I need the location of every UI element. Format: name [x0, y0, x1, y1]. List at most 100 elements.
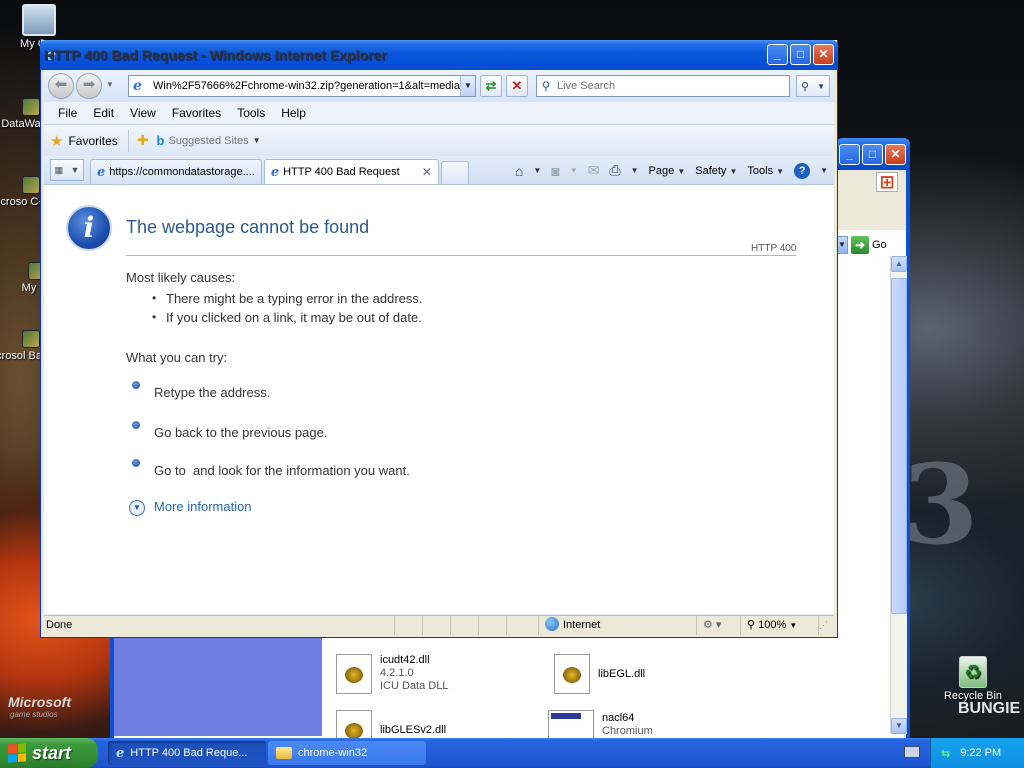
- back-button[interactable]: ⬅: [48, 73, 74, 99]
- tab-http-400[interactable]: e HTTP 400 Bad Request ✕: [263, 159, 439, 184]
- scroll-up-button[interactable]: ▲: [891, 256, 907, 272]
- wallpaper-microsoft-logo: Microsoft: [8, 694, 71, 710]
- recycle-bin-icon: ♻: [959, 656, 987, 688]
- add-favorite-icon[interactable]: ✚: [137, 132, 149, 149]
- page-menu[interactable]: Page ▼: [649, 165, 686, 177]
- resize-grip-icon[interactable]: ⋰: [818, 616, 834, 635]
- folder-icon: [276, 747, 292, 759]
- security-zone[interactable]: Internet: [538, 616, 690, 635]
- favorites-label: Favorites: [68, 133, 118, 148]
- feeds-icon[interactable]: ◙: [551, 163, 559, 179]
- status-divider: [450, 616, 478, 635]
- file-item[interactable]: libEGL.dll: [554, 654, 645, 694]
- suggested-sites-button[interactable]: b Suggested Sites ▼: [157, 133, 261, 148]
- window-title: HTTP 400 Bad Request - Windows Internet …: [44, 47, 387, 63]
- clock[interactable]: 9:22 PM: [960, 747, 1001, 759]
- magnifier-icon: ⚲: [801, 80, 810, 93]
- taskbar: start e HTTP 400 Bad Reque... chrome-win…: [0, 738, 1024, 768]
- scroll-down-button[interactable]: ▼: [891, 718, 907, 734]
- tab-label: https://commondatastorage....: [109, 166, 255, 178]
- home-icon[interactable]: ⌂: [515, 163, 523, 179]
- blue-bullet-icon: [132, 421, 140, 429]
- favorites-button[interactable]: ★ Favorites: [50, 129, 129, 152]
- chevron-down-icon[interactable]: ▼: [820, 166, 828, 175]
- menu-file[interactable]: File: [50, 106, 85, 120]
- explorer-titlebar[interactable]: _ □ ✕: [836, 138, 910, 170]
- file-description: ICU Data DLL: [380, 680, 449, 692]
- explorer-close-button[interactable]: ✕: [885, 144, 906, 165]
- close-button[interactable]: ✕: [813, 44, 834, 65]
- menu-favorites[interactable]: Favorites: [164, 106, 229, 120]
- status-divider: [506, 616, 536, 635]
- keyboard-layout-icon[interactable]: [904, 746, 920, 758]
- address-dropdown-icon[interactable]: ▼: [460, 76, 475, 96]
- dll-file-icon: [554, 654, 590, 694]
- forward-button[interactable]: ➡: [76, 73, 102, 99]
- chevron-down-icon: ▼: [817, 81, 825, 91]
- stop-button[interactable]: ✕: [506, 75, 528, 97]
- menu-tools[interactable]: Tools: [229, 106, 273, 120]
- menu-edit[interactable]: Edit: [85, 106, 122, 120]
- tab-commondatastorage[interactable]: e https://commondatastorage....: [90, 159, 262, 184]
- shortcut-icon: [22, 330, 40, 348]
- chevron-down-icon[interactable]: ▼: [631, 166, 639, 175]
- more-information-link[interactable]: More information: [154, 499, 252, 514]
- explorer-minimize-button[interactable]: _: [839, 144, 860, 165]
- explorer-go-area: ▼ ➜ Go: [836, 234, 906, 256]
- go-arrow-icon[interactable]: ➜: [851, 236, 869, 254]
- zoom-button[interactable]: ⚲ 100% ▼: [740, 616, 816, 635]
- help-icon[interactable]: ?: [794, 162, 811, 179]
- menu-bar: File Edit View Favorites Tools Help: [44, 102, 834, 124]
- safety-menu[interactable]: Safety ▼: [695, 165, 737, 177]
- cause-item: There might be a typing error in the add…: [166, 291, 423, 306]
- explorer-maximize-button[interactable]: □: [862, 144, 883, 165]
- taskbar-item-explorer[interactable]: chrome-win32: [268, 741, 426, 765]
- file-name: libEGL.dll: [598, 668, 646, 680]
- taskbar-item-label: chrome-win32: [298, 747, 368, 759]
- quick-tabs-button[interactable]: ▦ ▼: [50, 159, 84, 181]
- ie-titlebar[interactable]: e HTTP 400 Bad Request - Windows Interne…: [40, 40, 838, 70]
- search-button[interactable]: ⚲ ▼: [796, 75, 830, 97]
- taskbar-item-ie[interactable]: e HTTP 400 Bad Reque...: [108, 741, 266, 765]
- taskbar-item-label: HTTP 400 Bad Reque...: [130, 747, 248, 759]
- new-tab-button[interactable]: [440, 161, 469, 184]
- menu-view[interactable]: View: [122, 106, 164, 120]
- start-button[interactable]: start: [0, 738, 98, 768]
- network-icon[interactable]: ⇆: [941, 747, 950, 760]
- blue-bullet-icon: [132, 459, 140, 467]
- print-icon[interactable]: ⎙: [609, 162, 620, 179]
- minimize-button[interactable]: _: [767, 44, 788, 65]
- protected-mode-button[interactable]: ⚙ ▾: [696, 616, 736, 635]
- list-bullet: •: [152, 291, 157, 305]
- status-divider: [478, 616, 506, 635]
- scroll-thumb[interactable]: [891, 278, 907, 614]
- tab-label: HTTP 400 Bad Request: [283, 166, 400, 178]
- desktop-icon-recycle-bin[interactable]: ♻ Recycle Bin: [936, 656, 1010, 702]
- file-item[interactable]: icudt42.dll 4.2.1.0 ICU Data DLL: [336, 654, 448, 694]
- search-input[interactable]: [555, 79, 789, 93]
- navigation-bar: ⬅ ➡ ▼ e Win%2F57666%2Fchrome-win32.zip?g…: [44, 70, 834, 102]
- safety-menu-label: Safety: [695, 164, 727, 177]
- history-dropdown-icon[interactable]: ▼: [106, 80, 114, 89]
- address-input[interactable]: Win%2F57666%2Fchrome-win32.zip?generatio…: [153, 80, 460, 92]
- expand-chevron-icon[interactable]: ▼: [129, 500, 145, 516]
- ie-window[interactable]: e HTTP 400 Bad Request - Windows Interne…: [40, 40, 838, 638]
- chevron-down-icon: ▼: [70, 165, 80, 175]
- status-divider: [422, 616, 450, 635]
- maximize-button[interactable]: □: [790, 44, 811, 65]
- explorer-scrollbar[interactable]: ▲ ▼: [890, 256, 907, 734]
- status-text: Done: [46, 619, 73, 631]
- status-bar: Done Internet ⚙ ▾ ⚲ 100% ▼ ⋰: [44, 615, 834, 635]
- search-box[interactable]: ⚲: [536, 75, 790, 97]
- zoom-icon: ⚲: [747, 619, 756, 631]
- file-description: Chromium: [602, 725, 653, 737]
- tools-menu[interactable]: Tools ▼: [747, 165, 784, 177]
- go-button-label[interactable]: Go: [872, 239, 887, 251]
- address-bar[interactable]: e Win%2F57666%2Fchrome-win32.zip?generat…: [128, 75, 476, 97]
- mail-icon[interactable]: ✉: [588, 162, 600, 179]
- chevron-down-icon[interactable]: ▼: [533, 166, 541, 175]
- refresh-button[interactable]: ⇄: [480, 75, 502, 97]
- menu-help[interactable]: Help: [273, 106, 314, 120]
- close-tab-icon[interactable]: ✕: [422, 165, 432, 179]
- favorites-bar: ★ Favorites ✚ b Suggested Sites ▼: [44, 124, 834, 156]
